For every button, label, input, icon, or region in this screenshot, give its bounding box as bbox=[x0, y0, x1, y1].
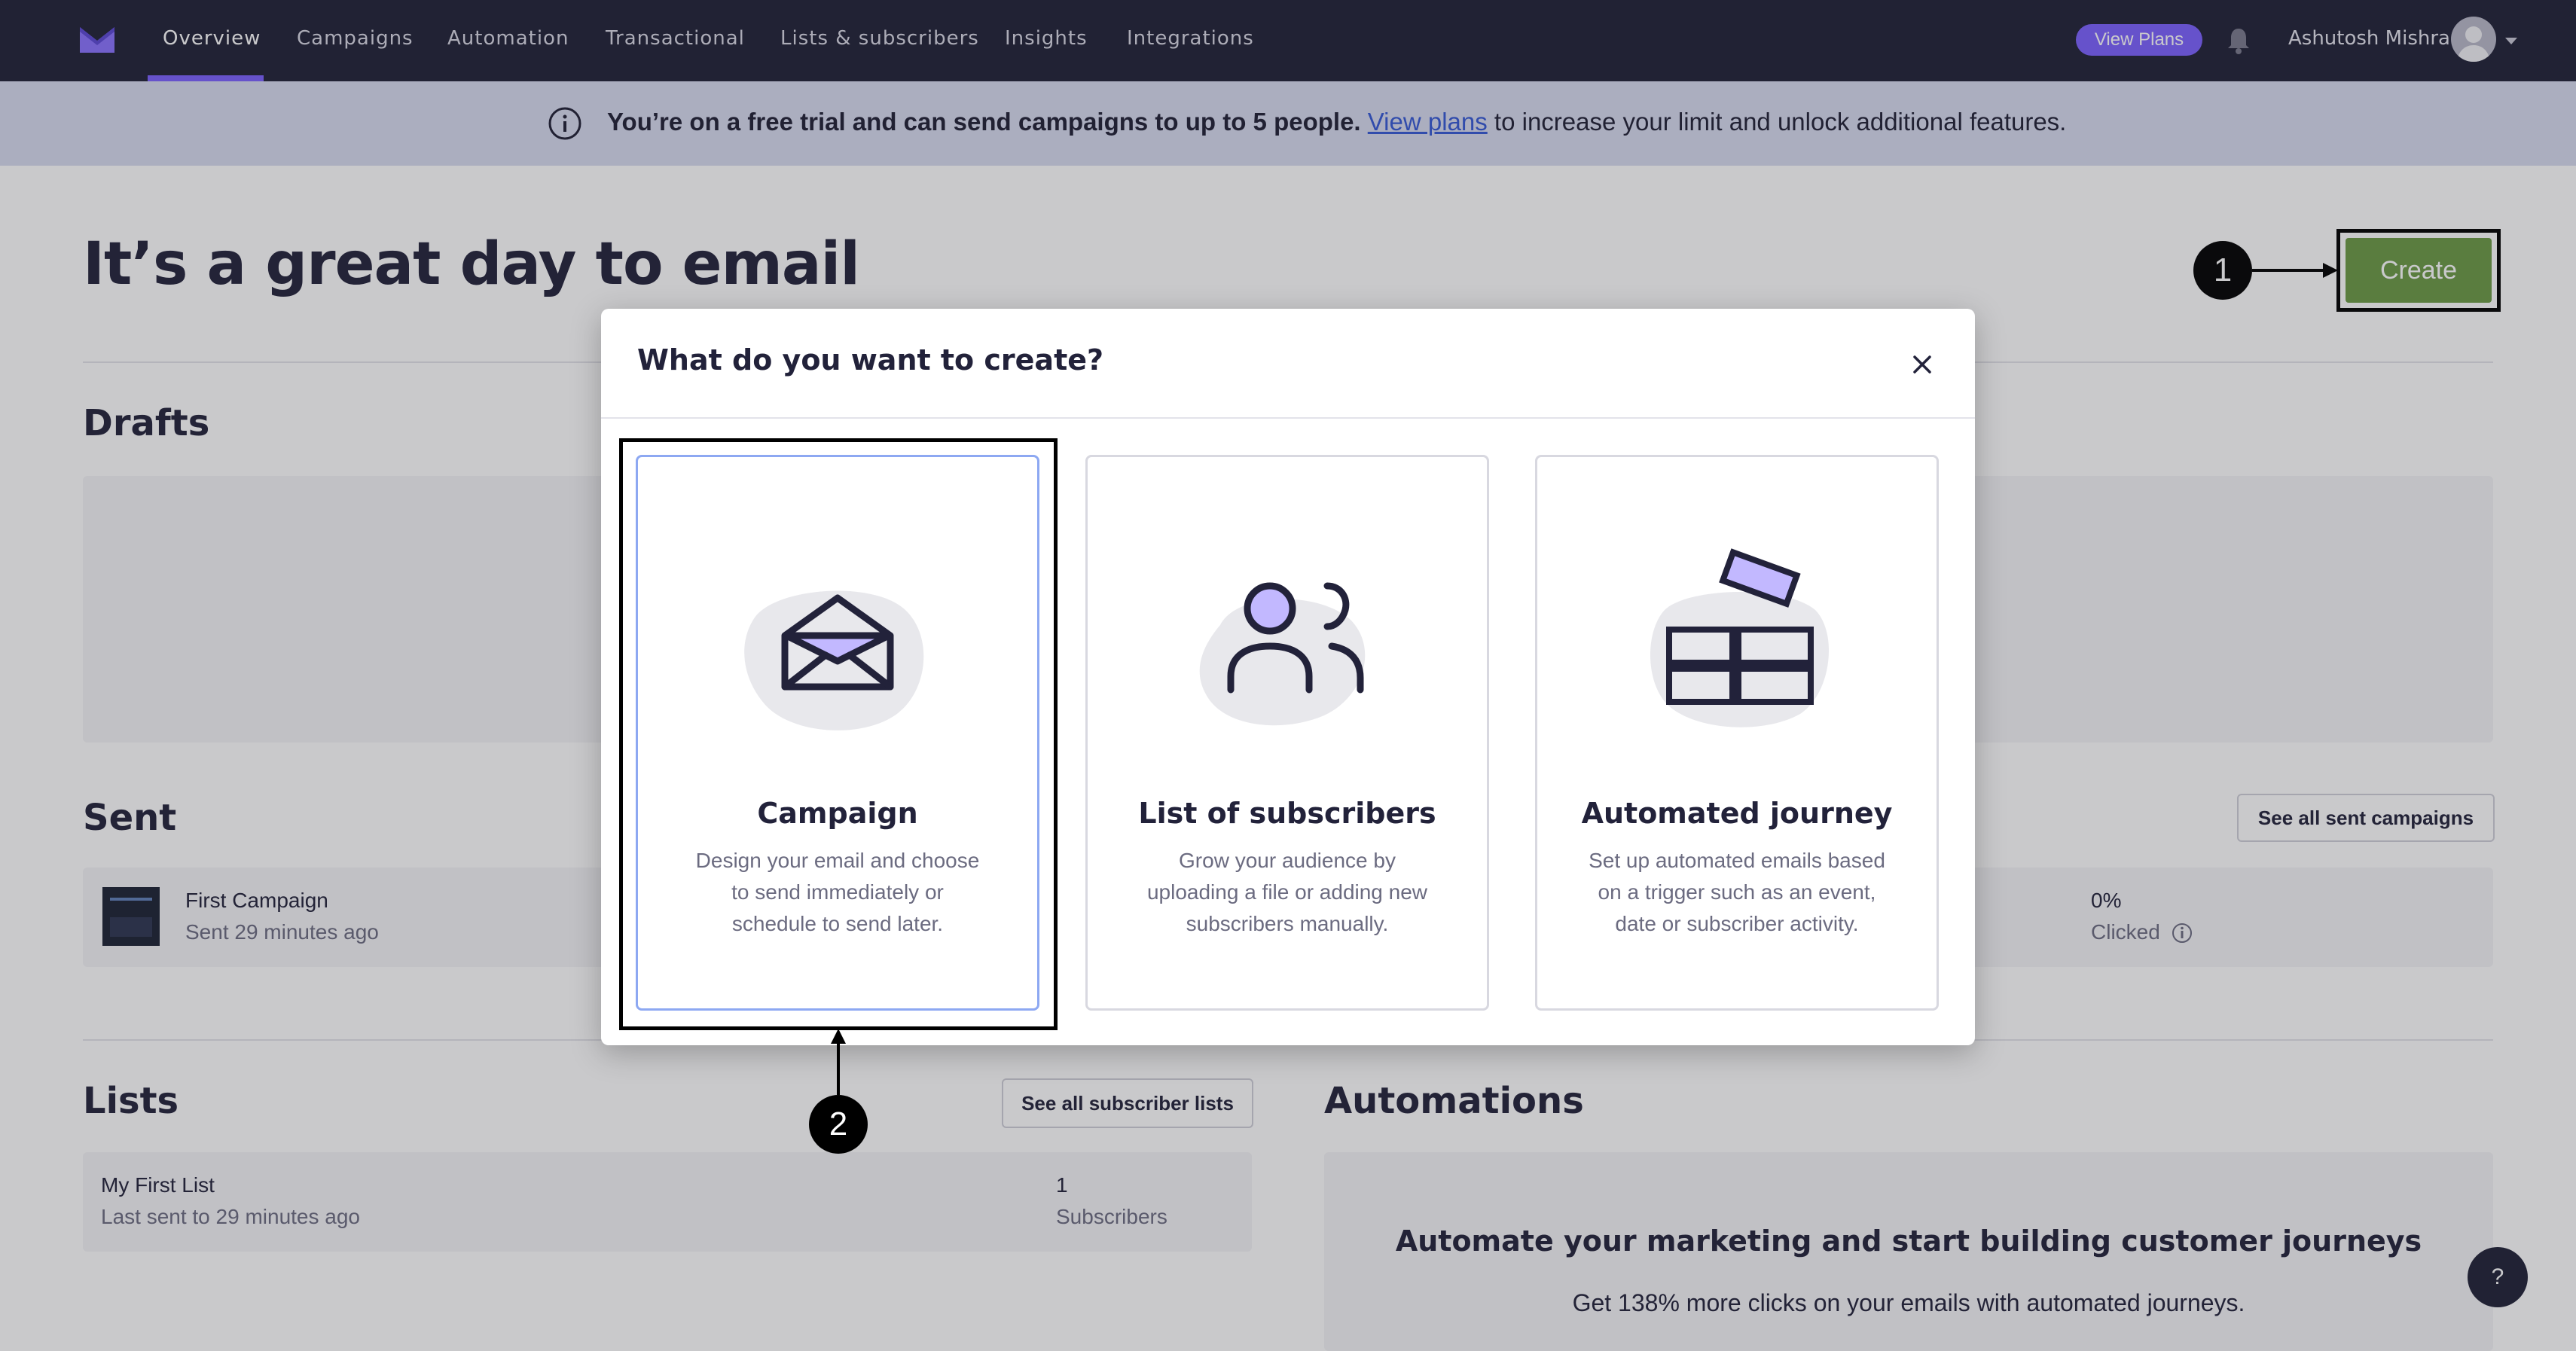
close-icon[interactable] bbox=[1909, 351, 1936, 378]
modal-divider bbox=[601, 417, 1975, 419]
step-marker-2: 2 bbox=[809, 1095, 868, 1154]
journey-card-description: Set up automated emails based on a trigg… bbox=[1589, 849, 1885, 935]
arrow-up-icon bbox=[831, 1029, 846, 1095]
campaign-card-highlight bbox=[619, 438, 1058, 1030]
journey-card-title: Automated journey bbox=[1581, 797, 1893, 830]
people-icon bbox=[1199, 582, 1366, 726]
grid-blocks-icon bbox=[1650, 548, 1830, 727]
modal-title: What do you want to create? bbox=[637, 343, 1104, 377]
list-card-title: List of subscribers bbox=[1138, 797, 1436, 830]
list-card-description: Grow your audience by uploading a file o… bbox=[1146, 849, 1428, 935]
